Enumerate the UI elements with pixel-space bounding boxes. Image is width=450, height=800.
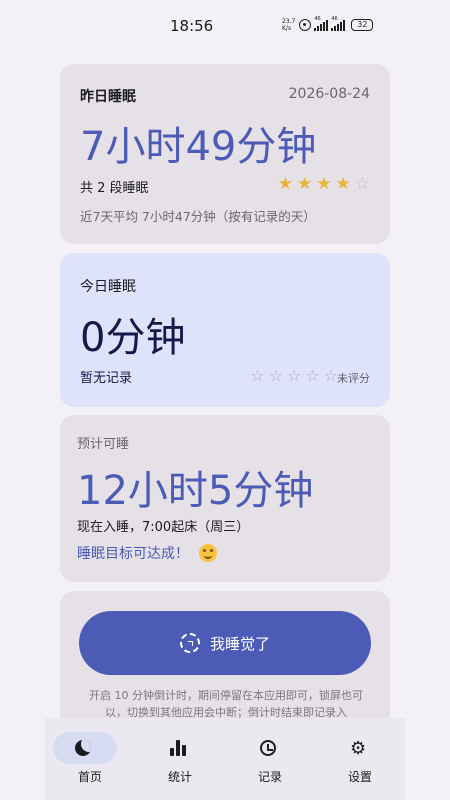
nav-settings[interactable]: ⚙ 设置 xyxy=(315,718,405,800)
network-speed-value: 23.7 xyxy=(282,18,296,25)
star-filled-icon: ★ xyxy=(277,174,293,194)
today-sleep-card[interactable]: 今日睡眠 0分钟 暂无记录 ☆ ☆ ☆ ☆ ☆ 未评分 xyxy=(60,253,390,407)
sleep-action-card: 我睡觉了 开启 10 分钟倒计时，期间停留在本应用即可，锁屏也可以，切换到其他应… xyxy=(60,591,390,731)
bottom-nav: 首页 统计 记录 ⚙ 设置 xyxy=(45,718,405,800)
go-to-sleep-button[interactable]: 我睡觉了 xyxy=(79,611,371,675)
estimate-title: 预计可睡 xyxy=(77,437,130,452)
signal-icon: 46 xyxy=(314,16,329,31)
countdown-hint: 开启 10 分钟倒计时，期间停留在本应用即可，锁屏也可以，切换到其他应用会中断；… xyxy=(89,689,363,719)
today-title: 今日睡眠 xyxy=(80,279,136,295)
status-icons: 23.7 K/s 46 46 32 xyxy=(282,16,374,32)
signal-icon: 46 xyxy=(331,16,346,31)
hotspot-icon xyxy=(299,19,312,31)
goal-status: 睡眠目标可达成！ xyxy=(77,543,217,563)
go-to-sleep-label: 我睡觉了 xyxy=(209,634,270,653)
star-empty-icon: ☆ xyxy=(354,174,370,194)
yesterday-segments: 共 2 段睡眠 xyxy=(80,181,149,196)
today-rating[interactable]: ☆ ☆ ☆ ☆ ☆ xyxy=(250,367,338,384)
status-time: 18:56 xyxy=(170,17,214,35)
today-duration: 0分钟 xyxy=(80,315,186,361)
nav-home[interactable]: 首页 xyxy=(45,718,135,800)
goal-text: 睡眠目标可达成！ xyxy=(77,546,189,562)
yesterday-duration: 7小时49分钟 xyxy=(80,124,317,170)
status-bar: 18:56 23.7 K/s 46 46 32 xyxy=(0,0,450,52)
yesterday-title: 昨日睡眠 xyxy=(80,89,136,105)
today-record-status: 暂无记录 xyxy=(80,371,133,386)
network-speed: 23.7 K/s xyxy=(282,18,295,32)
smile-emoji-icon xyxy=(199,544,217,562)
bedtime-text: 现在入睡，7:00起床（周三） xyxy=(77,520,250,535)
nav-records[interactable]: 记录 xyxy=(225,718,315,800)
weekly-average: 近7天平均 7小时47分钟（按有记录的天） xyxy=(80,209,316,224)
star-icon[interactable]: ☆ xyxy=(287,367,301,384)
yesterday-date: 2026-08-24 xyxy=(288,86,370,102)
sleep-timer-icon xyxy=(179,633,200,653)
network-speed-unit: K/s xyxy=(282,25,292,32)
estimate-card: 预计可睡 12小时5分钟 现在入睡，7:00起床（周三） 睡眠目标可达成！ xyxy=(60,415,390,582)
star-filled-icon: ★ xyxy=(316,174,332,194)
star-icon[interactable]: ☆ xyxy=(324,367,338,384)
star-icon[interactable]: ☆ xyxy=(269,367,283,384)
nav-records-label: 记录 xyxy=(257,770,282,784)
gear-icon: ⚙ xyxy=(350,738,367,759)
nav-home-label: 首页 xyxy=(77,770,102,784)
moon-icon xyxy=(75,740,91,756)
yesterday-rating: ★ ★ ★ ★ ☆ xyxy=(278,176,370,193)
bar-chart-icon xyxy=(170,740,190,756)
star-icon[interactable]: ☆ xyxy=(305,367,319,384)
yesterday-sleep-card[interactable]: 昨日睡眠 2026-08-24 7小时49分钟 共 2 段睡眠 ★ ★ ★ ★ ☆ 近7… xyxy=(60,64,390,244)
nav-stats[interactable]: 统计 xyxy=(135,718,225,800)
star-filled-icon: ★ xyxy=(297,174,313,194)
star-icon[interactable]: ☆ xyxy=(250,367,264,384)
estimate-duration: 12小时5分钟 xyxy=(77,468,314,514)
nav-stats-label: 统计 xyxy=(167,770,192,784)
signal-1-label: 46 xyxy=(314,15,321,22)
nav-settings-label: 设置 xyxy=(347,770,372,784)
star-filled-icon: ★ xyxy=(335,174,351,194)
battery-icon: 32 xyxy=(351,19,374,31)
unrated-label: 未评分 xyxy=(337,372,370,385)
signal-2-label: 46 xyxy=(331,15,338,22)
history-icon xyxy=(260,740,276,756)
